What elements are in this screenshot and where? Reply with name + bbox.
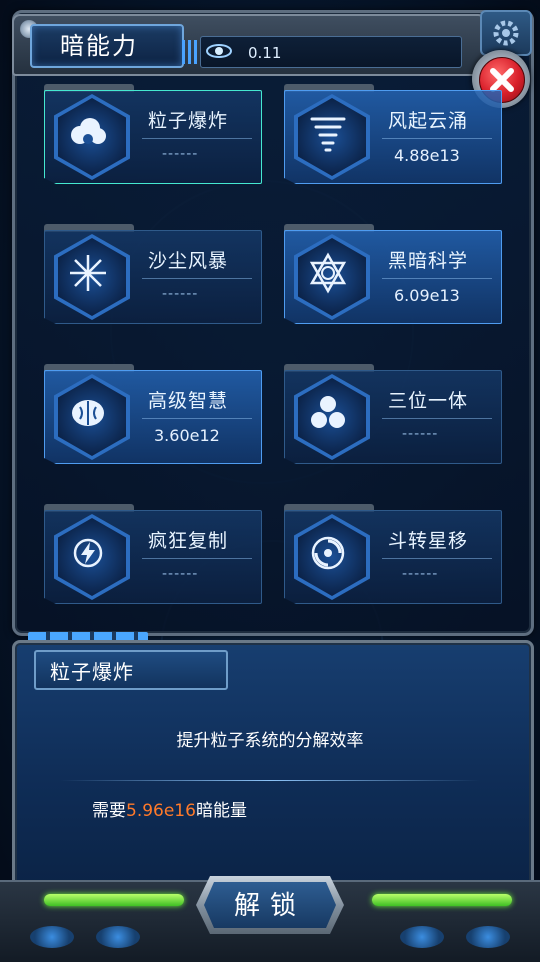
indicator-light <box>400 926 444 948</box>
skill-name: 粒子爆炸 <box>148 110 229 132</box>
cloud-bomb-icon <box>71 118 106 144</box>
galaxy-icon <box>206 44 232 58</box>
trinity-icon <box>311 396 345 428</box>
cost-prefix: 需要 <box>92 801 126 821</box>
skill-value: ------ <box>402 566 439 582</box>
hexagram-icon <box>309 252 347 294</box>
unlock-label: 解锁 <box>233 891 306 921</box>
divider <box>382 278 492 279</box>
skill-value: ------ <box>162 146 199 162</box>
detail-description: 提升粒子系统的分解效率 <box>176 731 364 751</box>
energy-counter <box>200 36 462 68</box>
cost-suffix: 暗能量 <box>195 801 247 821</box>
sandstorm-icon <box>70 255 106 291</box>
detail-title: 粒子爆炸 <box>50 660 134 684</box>
skill-card-sandstorm[interactable]: 沙尘风暴 ------ <box>44 224 262 324</box>
skill-card-wind-cloud[interactable]: 风起云涌 4.88e13 <box>284 84 502 184</box>
skill-card-trinity[interactable]: 三位一体 ------ <box>284 364 502 464</box>
indicator-light <box>96 926 140 948</box>
skill-card-advanced-wisdom[interactable]: 高级智慧 3.60e12 <box>44 364 262 464</box>
skill-card-star-shift[interactable]: 斗转星移 ------ <box>284 504 502 604</box>
skill-name: 风起云涌 <box>388 110 469 132</box>
skill-name: 三位一体 <box>388 390 469 412</box>
divider <box>142 558 252 559</box>
skill-card-dark-science[interactable]: 黑暗科学 6.09e13 <box>284 224 502 324</box>
unlock-cost: 需要5.96e16暗能量 <box>92 796 247 821</box>
divider <box>60 780 480 781</box>
energy-bar-right <box>372 894 512 906</box>
tornado-icon <box>310 117 346 152</box>
skill-card-mad-replication[interactable]: 疯狂复制 ------ <box>44 504 262 604</box>
skill-value: 3.60e12 <box>154 426 220 445</box>
divider <box>142 138 252 139</box>
divider <box>382 138 492 139</box>
energy-value: 0.11 <box>248 44 282 62</box>
skill-name: 斗转星移 <box>388 530 469 552</box>
skill-value: ------ <box>162 566 199 582</box>
skill-name: 沙尘风暴 <box>148 250 229 272</box>
lightning-icon <box>73 538 103 568</box>
gear-icon[interactable] <box>480 10 532 56</box>
skill-name: 黑暗科学 <box>388 250 469 272</box>
vortex-icon <box>311 536 345 570</box>
divider <box>142 278 252 279</box>
cost-value: 5.96e16 <box>126 801 196 821</box>
indicator-light <box>30 926 74 948</box>
indicator-light <box>466 926 510 948</box>
skill-value: ------ <box>162 286 199 302</box>
divider <box>382 418 492 419</box>
skill-value: 6.09e13 <box>394 286 460 305</box>
divider <box>382 558 492 559</box>
energy-bar-left <box>44 894 184 906</box>
brain-icon <box>72 400 104 426</box>
skill-value: ------ <box>402 426 439 442</box>
skill-value: 4.88e13 <box>394 146 460 165</box>
skill-name: 高级智慧 <box>148 390 229 412</box>
unlock-button[interactable]: 解锁 <box>196 876 344 934</box>
skill-name: 疯狂复制 <box>148 530 229 552</box>
skill-card-particle-explosion[interactable]: 粒子爆炸 ------ <box>44 84 262 184</box>
divider <box>142 418 252 419</box>
page-title: 暗能力 <box>60 32 138 60</box>
